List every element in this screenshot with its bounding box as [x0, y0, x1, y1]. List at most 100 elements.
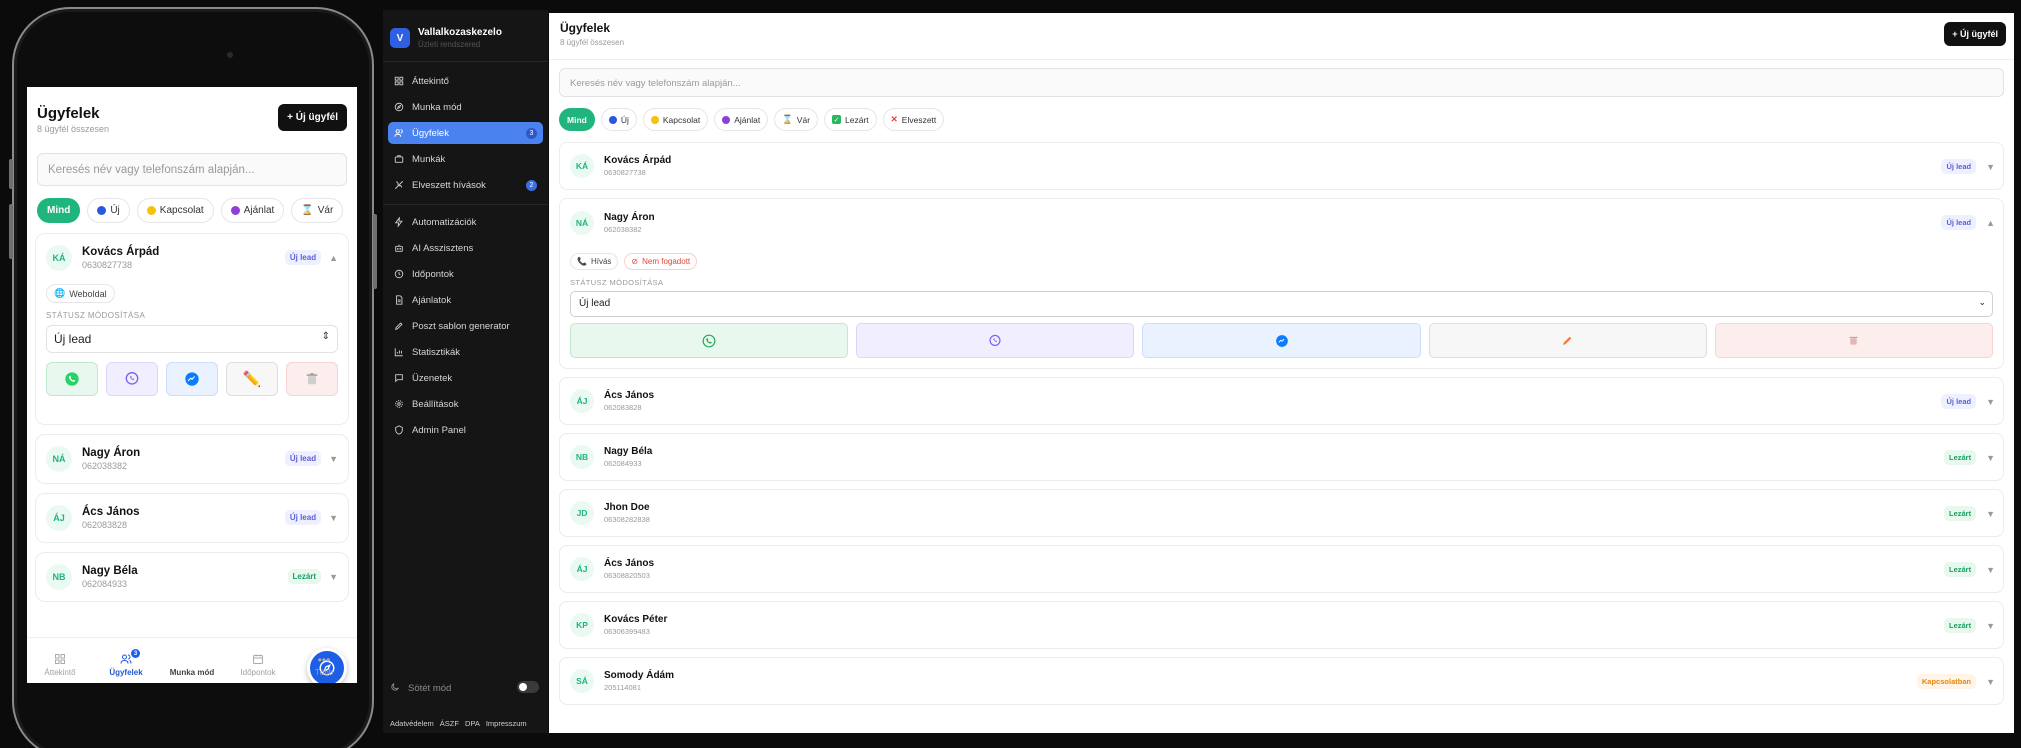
- chevron-down-icon[interactable]: ▼: [1986, 397, 1995, 407]
- customer-card[interactable]: NÁ Nagy Áron 062038382 Új lead ▼: [35, 434, 349, 484]
- customer-card[interactable]: ÁJ Ács János 062083828 Új lead ▼: [35, 493, 349, 543]
- chevron-down-icon[interactable]: ▼: [1986, 509, 1995, 519]
- chevron-up-icon[interactable]: ▲: [1986, 218, 1995, 228]
- whatsapp-button[interactable]: [570, 323, 849, 358]
- sidebar-item-automations[interactable]: Automatizációk: [388, 211, 543, 233]
- sidebar-item-statistics[interactable]: Statisztikák: [388, 341, 543, 363]
- add-customer-button[interactable]: + Új ügyfél: [1944, 22, 2006, 46]
- search-input[interactable]: Keresés név vagy telefonszám alapján...: [559, 68, 2004, 97]
- sidebar-item-messages[interactable]: Üzenetek: [388, 367, 543, 389]
- nav-item-customers[interactable]: 3 Ügyfelek: [96, 649, 156, 677]
- sidebar-item-missed-calls[interactable]: Elveszett hívások 2: [388, 174, 543, 196]
- nav-item-work-mode[interactable]: Munka mód: [162, 648, 347, 683]
- filter-chip-all[interactable]: Mind: [559, 108, 595, 131]
- search-input[interactable]: Keresés név vagy telefonszám alapján...: [37, 153, 347, 186]
- phone-side-button: [9, 204, 13, 259]
- tag-label: Hívás: [590, 257, 612, 266]
- action-buttons: [570, 323, 1994, 358]
- more-icon: •••: [317, 653, 331, 667]
- status-label: STÁTUSZ MÓDOSÍTÁSA: [570, 278, 664, 287]
- sidebar-item-post-generator[interactable]: Poszt sablon generator: [388, 315, 543, 337]
- messenger-button[interactable]: [1142, 323, 1421, 358]
- customer-row[interactable]: JD Jhon Doe 06308282838 Lezárt ▼: [559, 489, 2004, 537]
- messenger-button[interactable]: [166, 362, 218, 396]
- hourglass-icon: ⌛: [782, 114, 793, 124]
- yellow-dot-icon: [650, 115, 659, 124]
- chevron-down-icon[interactable]: ▼: [329, 513, 338, 523]
- delete-button[interactable]: [286, 362, 338, 396]
- page-subtitle: 8 ügyfél összesen: [560, 38, 625, 47]
- filter-chip-contact[interactable]: Kapcsolat: [642, 108, 709, 131]
- sidebar-item-overview[interactable]: Áttekintő: [388, 70, 543, 92]
- sidebar-item-appointments[interactable]: Időpontok: [388, 263, 543, 285]
- chevron-down-icon[interactable]: ▼: [1986, 162, 1995, 172]
- customer-row-expanded[interactable]: NÁ Nagy Áron 062038382 Új lead ▲ 📞 Hívás ⊘ Ne…: [559, 198, 2004, 369]
- chip-label: Vár: [796, 114, 811, 125]
- sidebar-item-admin[interactable]: Admin Panel: [388, 419, 543, 441]
- customer-row[interactable]: KÁ Kovács Árpád 0630827738 Új lead ▼: [559, 142, 2004, 190]
- sidebar-item-customers[interactable]: Ügyfelek 3: [388, 122, 543, 144]
- whatsapp-button[interactable]: [46, 362, 98, 396]
- filter-chip-waiting[interactable]: ⌛ Vár: [774, 108, 819, 131]
- footer-link-imprint[interactable]: Impresszum: [486, 719, 527, 728]
- filter-chip-waiting[interactable]: ⌛ Vár: [291, 198, 344, 223]
- sidebar-item-label: Elveszett hívások: [412, 179, 486, 191]
- sidebar-nav: Áttekintő Munka mód Ügyfelek 3 Munkák Elv…: [383, 62, 548, 441]
- filter-chip-offer[interactable]: Ajánlat: [220, 198, 285, 223]
- edit-button[interactable]: [1428, 323, 1707, 358]
- sidebar-item-label: Ajánlatok: [412, 294, 452, 306]
- nav-item-overview[interactable]: Áttekintő: [30, 653, 90, 677]
- filter-chip-all[interactable]: Mind: [37, 198, 81, 223]
- add-customer-button[interactable]: + Új ügyfél: [278, 104, 347, 131]
- chevron-down-icon[interactable]: ▼: [1986, 565, 1995, 575]
- status-badge: Lezárt: [287, 569, 322, 584]
- chevron-down-icon[interactable]: ▼: [1986, 453, 1995, 463]
- nav-item-appointments[interactable]: Időpontok: [228, 653, 288, 677]
- tags: 📞 Hívás ⊘ Nem fogadott: [570, 253, 1993, 270]
- sidebar-item-settings[interactable]: Beállítások: [388, 393, 543, 415]
- filter-chip-new[interactable]: Új: [87, 198, 130, 223]
- footer-link-privacy[interactable]: Adatvédelem: [390, 719, 434, 728]
- footer-link-dpa[interactable]: DPA: [465, 719, 480, 728]
- dark-mode-label: Sötét mód: [408, 683, 452, 694]
- edit-button[interactable]: ✏️: [226, 362, 278, 396]
- delete-button[interactable]: [1714, 323, 1994, 358]
- chevron-up-icon[interactable]: ▲: [329, 253, 338, 263]
- status-badge: Új lead: [284, 250, 322, 265]
- status-select[interactable]: Új lead ⇕: [46, 325, 338, 353]
- customer-row[interactable]: NB Nagy Béla 062084933 Lezárt ▼: [559, 433, 2004, 481]
- shield-icon: [394, 425, 404, 435]
- footer-link-terms[interactable]: ÁSZF: [440, 719, 459, 728]
- chevron-down-icon[interactable]: ▼: [1986, 677, 1995, 687]
- whatsapp-icon: [702, 334, 716, 347]
- customer-row[interactable]: SÁ Somody Ádám 205114081 Kapcsolatban ▼: [559, 657, 2004, 705]
- nav-item-more[interactable]: ••• Több: [294, 653, 354, 677]
- filter-chip-contact[interactable]: Kapcsolat: [136, 198, 214, 223]
- viber-button[interactable]: [856, 323, 1135, 358]
- customer-card-expanded[interactable]: KÁ Kovács Árpád 0630827738 Új lead ▲ 🌐 We…: [35, 233, 349, 425]
- filter-chip-offer[interactable]: Ajánlat: [714, 108, 769, 131]
- page-title: Ügyfelek: [560, 21, 611, 35]
- chevron-down-icon[interactable]: ▼: [1986, 621, 1995, 631]
- brand[interactable]: V Vallalkozaskezelo Üzleti rendszered: [383, 10, 548, 49]
- customer-card[interactable]: NB Nagy Béla 062084933 Lezárt ▼: [35, 552, 349, 602]
- sidebar-item-work-mode[interactable]: Munka mód: [388, 96, 543, 118]
- customer-row[interactable]: ÁJ Ács János 06308820503 Lezárt ▼: [559, 545, 2004, 593]
- chevron-down-icon[interactable]: ▼: [329, 454, 338, 464]
- status-select[interactable]: Új lead ⌄: [570, 291, 1993, 317]
- sidebar-item-offers[interactable]: Ajánlatok: [388, 289, 543, 311]
- chevron-down-icon[interactable]: ▼: [329, 572, 338, 582]
- yellow-dot-icon: [146, 206, 156, 215]
- dark-mode-toggle[interactable]: [517, 681, 539, 693]
- sidebar-item-ai-assistant[interactable]: AI Asszisztens: [388, 237, 543, 259]
- sidebar-item-jobs[interactable]: Munkák: [388, 148, 543, 170]
- chip-label: Kapcsolat: [662, 114, 701, 125]
- customer-row[interactable]: ÁJ Ács János 062083828 Új lead ▼: [559, 377, 2004, 425]
- filter-chip-new[interactable]: Új: [600, 108, 637, 131]
- filter-chip-closed[interactable]: ✓ Lezárt: [824, 108, 877, 131]
- sidebar-item-label: Poszt sablon generator: [412, 320, 510, 332]
- customer-row[interactable]: KP Kovács Péter 06306399483 Lezárt ▼: [559, 601, 2004, 649]
- viber-button[interactable]: [106, 362, 158, 396]
- filter-chip-lost[interactable]: ✕ Elveszett: [882, 108, 945, 131]
- chevron-down-icon: ⌄: [1978, 297, 1986, 307]
